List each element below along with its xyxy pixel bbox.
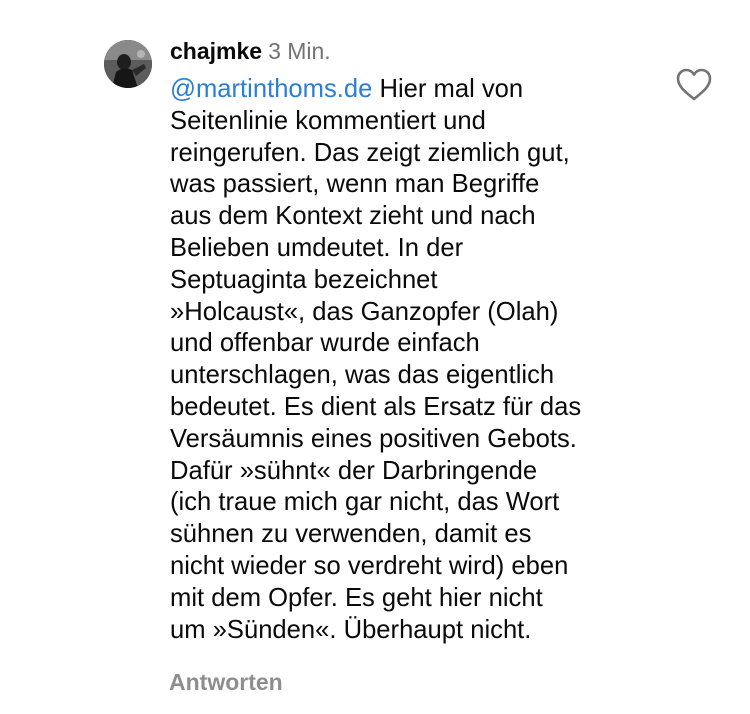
- comment-line: Belieben umdeutet. In der: [170, 233, 464, 262]
- comment-line: Versäumnis eines positiven Gebots.: [170, 424, 577, 453]
- comment-line: (ich traue mich gar nicht, das Wort: [170, 488, 560, 517]
- comment-line: Dafür »sühnt« der Darbringende: [170, 456, 538, 485]
- comment-line: aus dem Kontext zieht und nach: [170, 202, 536, 231]
- comment-line: sühnen zu verwenden, damit es: [170, 520, 532, 549]
- comment-line: Septuaginta bezeichnet: [170, 265, 438, 294]
- comment-text: @martinthoms.de Hier mal von Seitenlinie…: [170, 74, 650, 646]
- reply-button[interactable]: Antworten: [169, 668, 283, 696]
- avatar-image: [104, 40, 152, 88]
- like-button[interactable]: [676, 68, 712, 102]
- comment-line: »Holcaust«, das Ganzopfer (Olah): [170, 297, 559, 326]
- comment-line: @martinthoms.de Hier mal von: [170, 74, 650, 106]
- comment: chajmke 3 Min. @martinthoms.de Hier mal v…: [0, 0, 750, 714]
- comment-line: um »Sünden«. Überhaupt nicht.: [170, 615, 532, 644]
- comment-line: mit dem Opfer. Es geht hier nicht: [170, 583, 543, 612]
- comment-line-text: Hier mal von: [372, 75, 524, 103]
- comment-line: nicht wieder so verdreht wird) eben: [170, 551, 569, 580]
- comment-header: chajmke 3 Min.: [170, 37, 331, 65]
- comment-line: was passiert, wenn man Begriffe: [170, 170, 540, 199]
- comment-line: unterschlagen, was das eigentlich: [170, 361, 555, 390]
- avatar[interactable]: [104, 40, 152, 88]
- comment-line: reingerufen. Das zeigt ziemlich gut,: [170, 138, 570, 167]
- comment-line: und offenbar wurde einfach: [170, 329, 480, 358]
- username[interactable]: chajmke: [170, 38, 262, 64]
- timestamp: 3 Min.: [268, 38, 331, 64]
- comment-line: bedeutet. Es dient als Ersatz für das: [170, 392, 582, 421]
- comment-line: Seitenlinie kommentiert und: [170, 106, 486, 135]
- mention-link[interactable]: @martinthoms.de: [170, 75, 372, 103]
- heart-outline-icon: [676, 68, 712, 101]
